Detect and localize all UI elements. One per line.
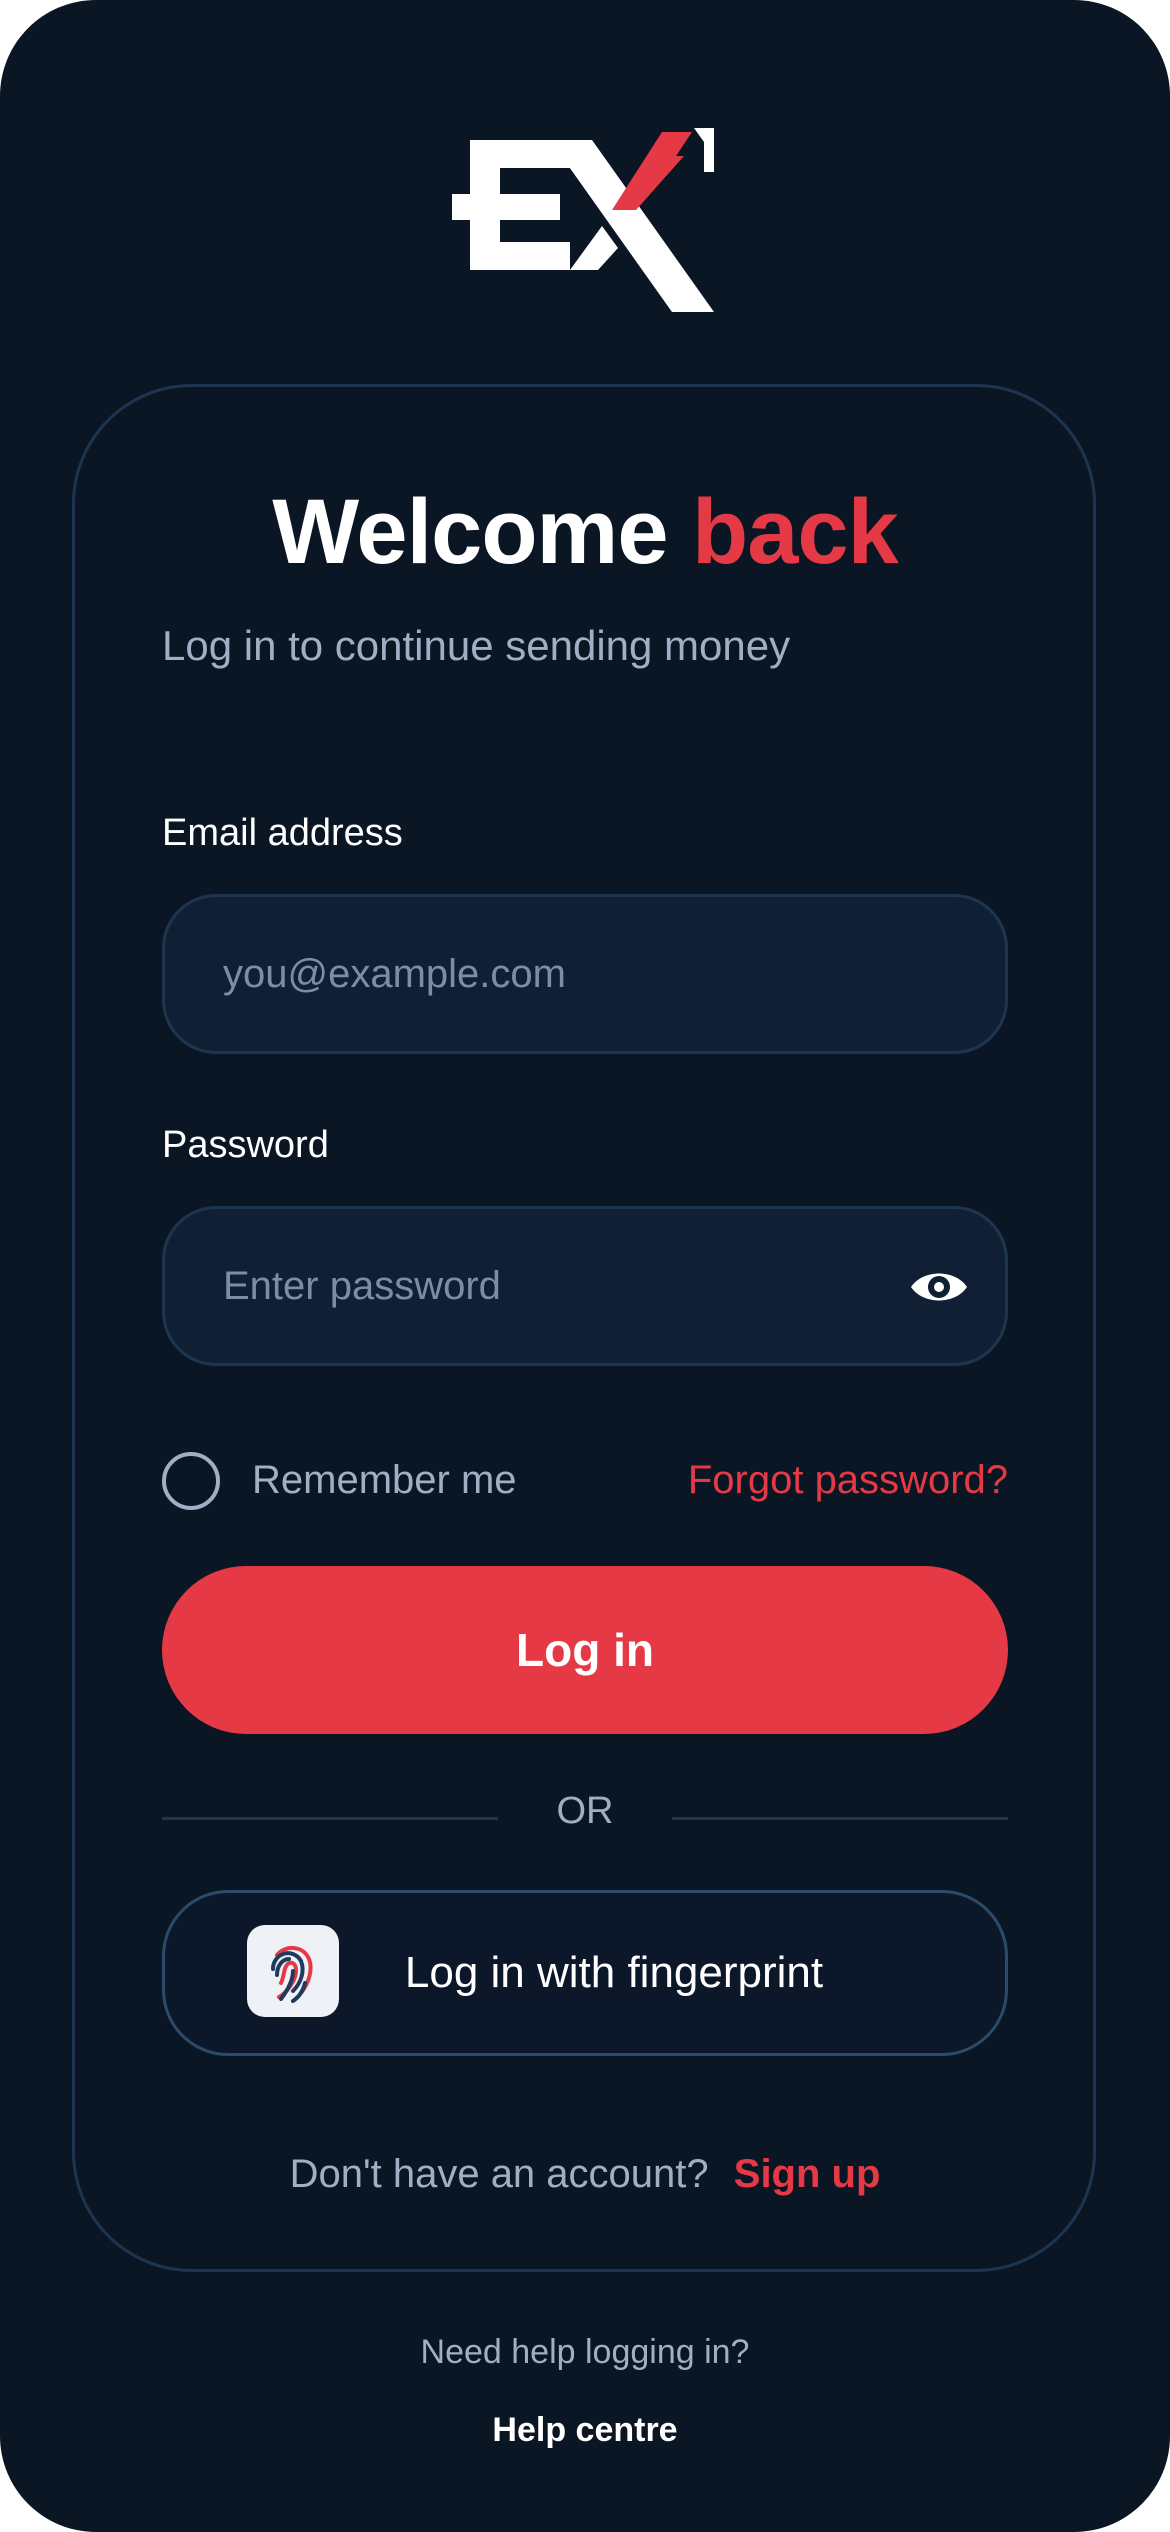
help-question: Need help logging in? [420, 2333, 750, 2371]
password-placeholder: Enter password [223, 1264, 501, 1308]
fingerprint-label: Log in with fingerprint [404, 1948, 824, 1997]
signup-link[interactable]: Sign up [734, 2152, 881, 2196]
brand-logo [452, 128, 714, 312]
email-placeholder: you@example.com [223, 952, 566, 996]
title-accent: back [692, 481, 899, 583]
page-title: Welcome back [0, 480, 1170, 585]
help-centre-link[interactable]: Help centre [0, 2411, 1170, 2450]
login-screen: Welcome back Log in to continue sending … [0, 0, 1170, 2532]
page-subtitle: Log in to continue sending money [162, 622, 791, 669]
email-label: Email address [162, 812, 403, 854]
divider-line-right [672, 1817, 1008, 1820]
password-field[interactable]: Enter password [162, 1206, 1008, 1366]
title-main: Welcome [272, 481, 668, 583]
forgot-password-link[interactable]: Forgot password? [688, 1458, 1008, 1503]
remember-me-label[interactable]: Remember me [252, 1458, 517, 1503]
divider-text: OR [556, 1790, 614, 1832]
signup-row: Don't have an account? Sign up [0, 2152, 1170, 2197]
eye-icon[interactable] [909, 1267, 969, 1307]
password-label: Password [162, 1124, 329, 1166]
login-button[interactable]: Log in [162, 1566, 1008, 1734]
signup-question: Don't have an account? [289, 2152, 709, 2196]
fingerprint-login-button[interactable]: Log in with fingerprint [162, 1890, 1008, 2056]
remember-me-checkbox[interactable] [162, 1452, 220, 1510]
email-field[interactable]: you@example.com [162, 894, 1008, 1054]
